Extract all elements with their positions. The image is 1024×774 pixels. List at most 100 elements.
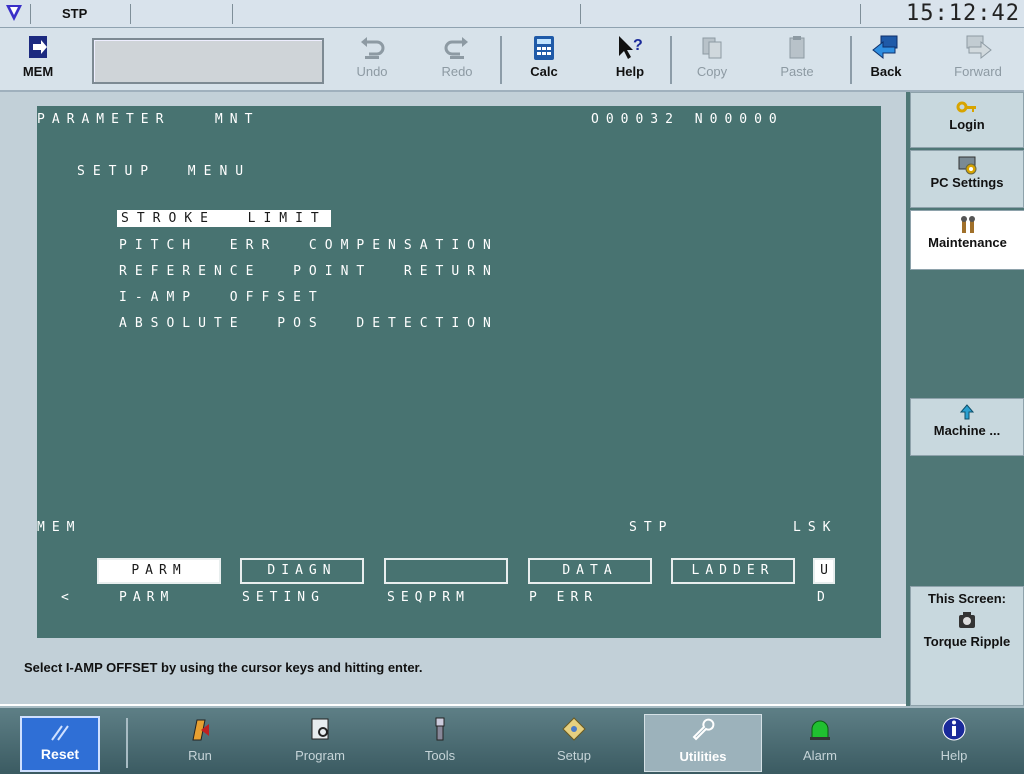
help-button[interactable]: ? Help xyxy=(598,32,662,88)
right-sidebar: Login PC Settings Maintenance Machine ..… xyxy=(906,92,1024,706)
help-label: Help xyxy=(615,64,645,79)
undo-icon xyxy=(361,37,385,59)
toolbar-divider xyxy=(670,36,672,84)
taskbar-divider xyxy=(126,718,128,768)
machine-button[interactable]: Machine ... xyxy=(910,398,1024,456)
reset-icon xyxy=(51,725,69,741)
softkey-blank[interactable] xyxy=(384,558,508,584)
softkey-label-seting: SETING xyxy=(242,590,325,605)
camera-icon xyxy=(959,612,975,628)
this-screen-label: This Screen: xyxy=(927,591,1007,606)
copy-label: Copy xyxy=(696,64,728,79)
menu-item-i-amp-offset[interactable]: I-AMP OFFSET xyxy=(119,290,325,305)
menu-item-reference-point-return[interactable]: REFERENCE POINT RETURN xyxy=(119,264,499,279)
machine-icon xyxy=(959,404,975,420)
key-icon xyxy=(956,101,976,113)
cnc-screen: PARAMETER MNT O00032 N00000 SETUP MENU S… xyxy=(37,106,881,638)
top-status-bar: STP 15:12:42 xyxy=(0,0,1024,28)
divider xyxy=(580,4,581,24)
program-tab[interactable]: Program xyxy=(270,714,370,772)
status-message: Select I-AMP OFFSET by using the cursor … xyxy=(24,660,423,675)
softkey-label-parm: PARM xyxy=(119,590,175,605)
softkey-label-down: D xyxy=(817,590,831,605)
maintenance-button[interactable]: Maintenance xyxy=(910,210,1024,270)
tools-tab[interactable]: Tools xyxy=(390,714,490,772)
forward-arrow-icon xyxy=(966,35,992,60)
run-tab[interactable]: Run xyxy=(150,714,250,772)
redo-button[interactable]: Redo xyxy=(425,32,489,88)
screen-header-right: O00032 N00000 xyxy=(591,112,784,127)
program-icon xyxy=(311,718,329,740)
calculator-icon xyxy=(534,36,554,60)
reset-button[interactable]: Reset xyxy=(20,716,100,772)
setup-menu-title: SETUP MENU xyxy=(77,164,252,179)
menu-item-pitch-err-compensation[interactable]: PITCH ERR COMPENSATION xyxy=(119,238,499,253)
toolbar-divider xyxy=(500,36,502,84)
machine-label: Machine ... xyxy=(933,423,1001,438)
copy-button[interactable]: Copy xyxy=(680,32,744,88)
alarm-light-icon xyxy=(810,720,830,740)
run-icon xyxy=(192,719,209,741)
help-pointer-icon: ? xyxy=(619,36,643,59)
back-label: Back xyxy=(870,64,902,79)
screen-header-left: PARAMETER MNT xyxy=(37,112,260,127)
mem-button[interactable]: MEM xyxy=(6,32,70,88)
softkey-diagn[interactable]: DIAGN xyxy=(240,558,364,584)
status-mem: MEM xyxy=(37,520,82,535)
undo-button[interactable]: Undo xyxy=(340,32,404,88)
menu-item-stroke-limit[interactable]: STROKE LIMIT xyxy=(117,210,331,227)
login-button[interactable]: Login xyxy=(910,92,1024,148)
mem-label: MEM xyxy=(22,64,54,79)
maintenance-icon xyxy=(960,216,975,233)
calc-button[interactable]: Calc xyxy=(512,32,576,88)
mem-icon xyxy=(29,36,47,58)
paste-icon xyxy=(789,36,805,59)
toolbar: MEM Undo Redo Calc ? Help Copy Paste Bac… xyxy=(0,28,1024,92)
forward-button[interactable]: Forward xyxy=(946,32,1010,88)
softkey-parm[interactable]: PARM xyxy=(97,558,221,584)
back-button[interactable]: Back xyxy=(854,32,918,88)
pc-settings-label: PC Settings xyxy=(930,175,1004,190)
back-arrow-icon xyxy=(872,35,898,60)
softkey-ladder[interactable]: LADDER xyxy=(671,558,795,584)
setup-label: Setup xyxy=(557,748,591,763)
clock: 15:12:42 xyxy=(906,1,1020,26)
toolbar-divider xyxy=(850,36,852,84)
softkey-up[interactable]: U xyxy=(813,558,835,584)
wrench-icon xyxy=(692,718,715,741)
divider xyxy=(30,4,31,24)
setup-tab[interactable]: Setup xyxy=(524,714,624,772)
setup-icon xyxy=(562,717,586,741)
calc-label: Calc xyxy=(530,64,558,79)
login-label: Login xyxy=(949,117,985,132)
softkey-prev[interactable]: < xyxy=(61,590,75,605)
logo-icon xyxy=(6,5,22,21)
status-stp: STP xyxy=(629,520,674,535)
paste-button[interactable]: Paste xyxy=(765,32,829,88)
utilities-tab[interactable]: Utilities xyxy=(644,714,762,772)
program-label: Program xyxy=(295,748,345,763)
help-tab[interactable]: Help xyxy=(904,714,1004,772)
alarm-label: Alarm xyxy=(803,748,837,763)
copy-icon xyxy=(702,37,722,59)
pc-settings-button[interactable]: PC Settings xyxy=(910,150,1024,208)
help-tab-label: Help xyxy=(940,748,968,763)
taskbar: Reset Run Program Tools Setup Utilities … xyxy=(0,706,1024,774)
forward-label: Forward xyxy=(954,64,1002,79)
svg-text:?: ? xyxy=(633,37,643,54)
divider xyxy=(232,4,233,24)
redo-label: Redo xyxy=(441,64,473,79)
status-bar: Select I-AMP OFFSET by using the cursor … xyxy=(0,648,906,704)
utilities-label: Utilities xyxy=(679,749,727,764)
this-screen-panel: This Screen: Torque Ripple xyxy=(910,586,1024,706)
mem-program-field[interactable] xyxy=(92,38,324,84)
softkey-data[interactable]: DATA xyxy=(528,558,652,584)
redo-icon xyxy=(444,37,468,59)
undo-label: Undo xyxy=(356,64,388,79)
alarm-tab[interactable]: Alarm xyxy=(770,714,870,772)
run-label: Run xyxy=(188,748,212,763)
divider xyxy=(130,4,131,24)
machine-mode: STP xyxy=(62,6,88,21)
menu-item-absolute-pos-detection[interactable]: ABSOLUTE POS DETECTION xyxy=(119,316,499,331)
softkey-label-seqprm: SEQPRM xyxy=(387,590,470,605)
